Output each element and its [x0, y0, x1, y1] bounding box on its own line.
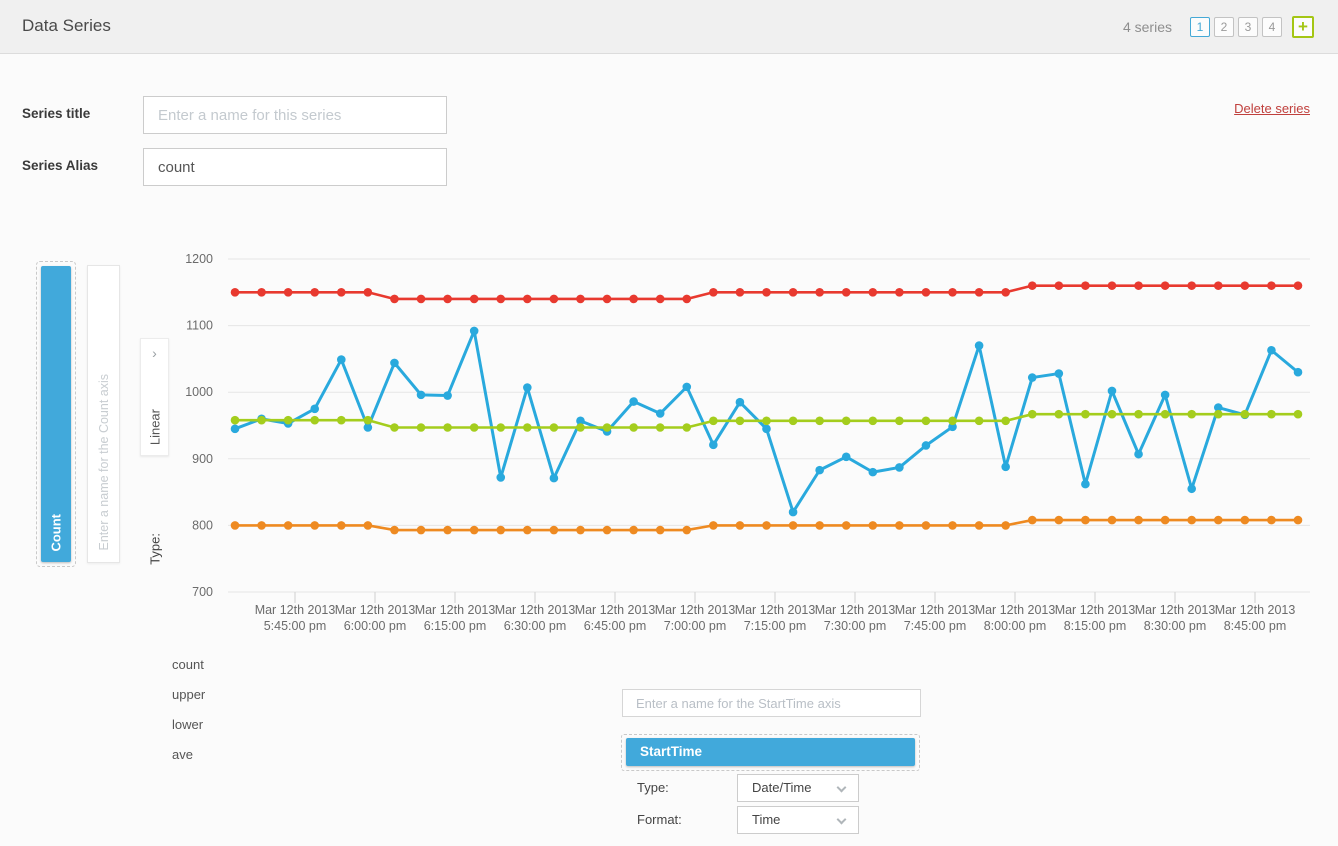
starttime-type-label: Type:: [637, 780, 669, 795]
legend-item-ave: ave: [172, 747, 205, 777]
svg-text:5:45:00 pm: 5:45:00 pm: [264, 619, 327, 633]
svg-text:8:15:00 pm: 8:15:00 pm: [1064, 619, 1127, 633]
svg-text:Mar 12th 2013: Mar 12th 2013: [1215, 603, 1296, 617]
svg-text:7:15:00 pm: 7:15:00 pm: [744, 619, 807, 633]
svg-text:7:00:00 pm: 7:00:00 pm: [664, 619, 727, 633]
data-series-page: Data Series 4 series 1 2 3 4 + Series ti…: [0, 0, 1338, 846]
svg-text:Mar 12th 2013: Mar 12th 2013: [1135, 603, 1216, 617]
svg-text:Mar 12th 2013: Mar 12th 2013: [895, 603, 976, 617]
starttime-format-value: Time: [752, 812, 780, 827]
svg-text:Mar 12th 2013: Mar 12th 2013: [575, 603, 656, 617]
svg-text:6:15:00 pm: 6:15:00 pm: [424, 619, 487, 633]
svg-text:7:30:00 pm: 7:30:00 pm: [824, 619, 887, 633]
delete-series-link[interactable]: Delete series: [1234, 101, 1310, 116]
svg-text:7:45:00 pm: 7:45:00 pm: [904, 619, 967, 633]
svg-text:8:30:00 pm: 8:30:00 pm: [1144, 619, 1207, 633]
chevron-down-icon: [837, 815, 847, 825]
starttime-type-dropdown[interactable]: Date/Time: [737, 774, 859, 802]
series-count-label: 4 series: [1123, 19, 1172, 35]
legend-item-upper: upper: [172, 687, 205, 717]
legend-item-count: count: [172, 657, 205, 687]
svg-text:1200: 1200: [185, 252, 213, 266]
svg-text:8:00:00 pm: 8:00:00 pm: [984, 619, 1047, 633]
series-alias-label: Series Alias: [22, 158, 98, 173]
plus-icon: +: [1298, 19, 1308, 35]
svg-text:Mar 12th 2013: Mar 12th 2013: [495, 603, 576, 617]
svg-text:6:00:00 pm: 6:00:00 pm: [344, 619, 407, 633]
svg-text:1100: 1100: [186, 319, 213, 333]
starttime-field-button[interactable]: StartTime: [626, 738, 915, 766]
svg-text:700: 700: [192, 585, 213, 599]
header-bar: Data Series 4 series 1 2 3 4 +: [0, 0, 1338, 54]
svg-text:800: 800: [192, 518, 213, 532]
svg-text:Mar 12th 2013: Mar 12th 2013: [735, 603, 816, 617]
svg-text:6:30:00 pm: 6:30:00 pm: [504, 619, 567, 633]
starttime-axis-name-input[interactable]: [622, 689, 921, 717]
series-title-label: Series title: [22, 106, 90, 121]
svg-text:Mar 12th 2013: Mar 12th 2013: [255, 603, 336, 617]
add-series-button[interactable]: +: [1292, 16, 1314, 38]
svg-text:Mar 12th 2013: Mar 12th 2013: [655, 603, 736, 617]
svg-text:Mar 12th 2013: Mar 12th 2013: [1055, 603, 1136, 617]
chevron-down-icon: [837, 783, 847, 793]
svg-text:6:45:00 pm: 6:45:00 pm: [584, 619, 647, 633]
starttime-type-value: Date/Time: [752, 780, 811, 795]
series-tab-1[interactable]: 1: [1190, 17, 1210, 37]
svg-text:1000: 1000: [185, 385, 213, 399]
chart-legend: count upper lower ave: [172, 657, 205, 777]
series-title-input[interactable]: [143, 96, 447, 134]
svg-text:8:45:00 pm: 8:45:00 pm: [1224, 619, 1287, 633]
svg-text:900: 900: [192, 452, 213, 466]
timeseries-chart: 1200 1100 1000 900 800 700 Mar 12th 2013 5:45:0…: [0, 245, 1338, 645]
svg-text:Mar 12th 2013: Mar 12th 2013: [975, 603, 1056, 617]
series-alias-input[interactable]: [143, 148, 447, 186]
starttime-format-label: Format:: [637, 812, 682, 827]
series-tab-3[interactable]: 3: [1238, 17, 1258, 37]
svg-text:Mar 12th 2013: Mar 12th 2013: [815, 603, 896, 617]
svg-text:Mar 12th 2013: Mar 12th 2013: [415, 603, 496, 617]
starttime-format-dropdown[interactable]: Time: [737, 806, 859, 834]
page-title: Data Series: [22, 16, 111, 36]
series-switcher: 4 series 1 2 3 4 +: [1123, 0, 1314, 54]
series-tab-2[interactable]: 2: [1214, 17, 1234, 37]
series-tab-4[interactable]: 4: [1262, 17, 1282, 37]
legend-item-lower: lower: [172, 717, 205, 747]
svg-text:Mar 12th 2013: Mar 12th 2013: [335, 603, 416, 617]
